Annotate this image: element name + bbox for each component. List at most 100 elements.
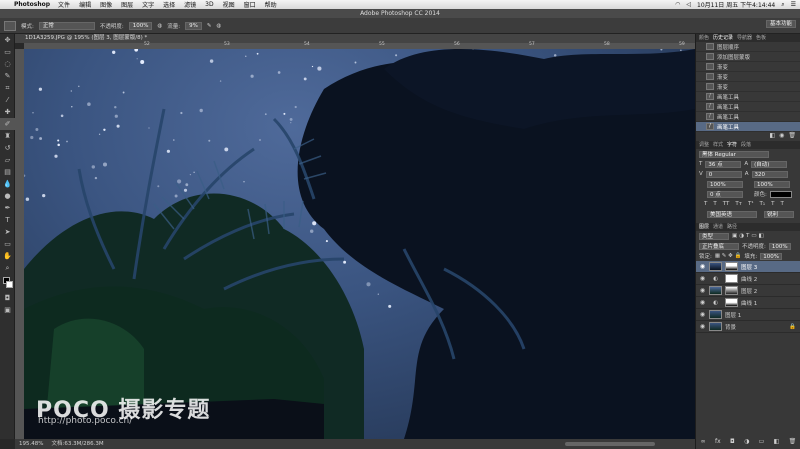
history-item[interactable]: / 画笔工具	[696, 112, 800, 122]
lasso-tool-icon[interactable]: ◌	[0, 58, 15, 70]
camera-icon[interactable]: ◉	[779, 132, 784, 141]
layer-kind-select[interactable]: 类型	[699, 232, 729, 240]
eyedropper-tool-icon[interactable]: ⁄	[0, 94, 15, 106]
blur-tool-icon[interactable]: 💧	[0, 178, 15, 190]
eye-icon[interactable]: ◉	[699, 263, 706, 270]
app-menu[interactable]: Photoshop	[14, 1, 50, 8]
pressure-size-icon[interactable]: ◍	[216, 23, 221, 29]
healing-tool-icon[interactable]: ✚	[0, 106, 15, 118]
link-icon[interactable]: ∞	[701, 438, 706, 447]
type-tool-icon[interactable]: T	[0, 214, 15, 226]
leading-field[interactable]: (自动)	[751, 160, 788, 168]
document-canvas[interactable]	[24, 49, 695, 439]
pressure-opacity-icon[interactable]: ◍	[157, 23, 162, 29]
trash-icon[interactable]: 🗑	[788, 132, 796, 141]
gradient-tool-icon[interactable]: ▤	[0, 166, 15, 178]
eraser-tool-icon[interactable]: ▱	[0, 154, 15, 166]
opacity-field[interactable]: 100%	[128, 22, 153, 30]
tab-color[interactable]: 颜色	[699, 34, 709, 42]
brush-tool-icon[interactable]: ✐	[0, 118, 15, 130]
trash-icon[interactable]: 🗑	[789, 438, 797, 447]
antialias-select[interactable]: 锐利	[764, 210, 794, 218]
faux-bold-icon[interactable]: T	[704, 201, 707, 207]
strikethrough-icon[interactable]: T	[780, 201, 783, 207]
history-item[interactable]: 渐变	[696, 72, 800, 82]
tab-character[interactable]: 字符	[727, 141, 737, 149]
blend-mode-select[interactable]: 正片叠底	[699, 242, 739, 250]
folder-icon[interactable]: ▭	[759, 438, 765, 447]
workspace-select[interactable]: 基本功能	[765, 20, 796, 28]
airbrush-icon[interactable]: ✎	[207, 23, 212, 29]
volume-icon[interactable]: ◁	[686, 1, 691, 8]
snapshot-icon[interactable]: ◧	[769, 132, 775, 141]
hand-tool-icon[interactable]: ✋	[0, 250, 15, 262]
zoom-tool-icon[interactable]: ⌕	[0, 262, 15, 274]
layer-row[interactable]: ◉ 图层 3	[696, 261, 800, 273]
history-item[interactable]: / 画笔工具	[696, 102, 800, 112]
layer-mask-thumbnail[interactable]	[725, 262, 738, 271]
layer-fill-field[interactable]: 100%	[760, 252, 782, 260]
superscript-icon[interactable]: T¹	[748, 201, 754, 207]
menu-window[interactable]: 窗口	[244, 0, 256, 9]
horizontal-scrollbar[interactable]	[565, 442, 655, 446]
font-size-field[interactable]: 36 点	[705, 160, 742, 168]
menu-filter[interactable]: 滤镜	[184, 0, 196, 9]
layer-mask-thumbnail[interactable]	[725, 298, 738, 307]
font-family-select[interactable]: 黑体 Regular	[699, 150, 769, 158]
quick-mask-icon[interactable]: ◘	[0, 292, 15, 304]
eye-icon[interactable]: ◉	[699, 287, 706, 294]
baseline-shift-field[interactable]: 0 点	[707, 190, 743, 198]
kerning-field[interactable]: 0	[705, 170, 742, 178]
clock[interactable]: 10月11日 周五 下午4:14:44	[697, 0, 775, 9]
layer-mask-thumbnail[interactable]	[725, 274, 738, 283]
menu-image[interactable]: 图像	[100, 0, 112, 9]
crop-tool-icon[interactable]: ⌗	[0, 82, 15, 94]
tab-paragraph[interactable]: 段落	[741, 141, 751, 149]
adjustment-icon[interactable]: ◑	[744, 438, 749, 447]
shape-tool-icon[interactable]: ▭	[0, 238, 15, 250]
layer-mask-thumbnail[interactable]	[725, 286, 738, 295]
menu-help[interactable]: 帮助	[265, 0, 277, 9]
layer-row[interactable]: ◉ 图层 2	[696, 285, 800, 297]
mode-select[interactable]: 正常	[38, 22, 95, 30]
menu-3d[interactable]: 3D	[205, 1, 213, 8]
fx-icon[interactable]: fx	[715, 438, 721, 447]
faux-italic-icon[interactable]: T	[713, 201, 716, 207]
history-item[interactable]: 渐变	[696, 82, 800, 92]
tab-swatches[interactable]: 色板	[756, 34, 766, 42]
list-icon[interactable]: ☰	[791, 1, 796, 8]
eye-icon[interactable]: ◉	[699, 311, 706, 318]
path-select-tool-icon[interactable]: ➤	[0, 226, 15, 238]
tab-navigator[interactable]: 导航器	[737, 34, 752, 42]
layer-row[interactable]: ◉ ◐ 曲线 1	[696, 297, 800, 309]
all-caps-icon[interactable]: TT	[723, 201, 730, 207]
menu-layer[interactable]: 图层	[121, 0, 133, 9]
search-icon[interactable]: ⌕	[781, 1, 784, 9]
history-item[interactable]: 图层顺序	[696, 42, 800, 52]
move-tool-icon[interactable]: ✥	[0, 34, 15, 46]
layer-row[interactable]: ◉ 背景 🔒	[696, 321, 800, 333]
underline-icon[interactable]: T	[771, 201, 774, 207]
flow-field[interactable]: 9%	[185, 22, 202, 30]
small-caps-icon[interactable]: Tт	[735, 201, 742, 207]
eye-icon[interactable]: ◉	[699, 323, 706, 330]
language-select[interactable]: 美国英语	[707, 210, 757, 218]
doc-size[interactable]: 文档:63.3M/286.3M	[51, 439, 103, 449]
tab-history[interactable]: 历史记录	[713, 34, 733, 42]
document-tab[interactable]: 1D1A3259.JPG @ 195% (图层 3, 图层蒙版/8) *	[15, 34, 695, 43]
layer-row[interactable]: ◉ ◐ 曲线 2	[696, 273, 800, 285]
layer-row[interactable]: ◉ 图层 1	[696, 309, 800, 321]
screen-mode-icon[interactable]: ▣	[0, 304, 15, 316]
history-item[interactable]: / 画笔工具	[696, 122, 800, 132]
history-item[interactable]: 添加图层蒙版	[696, 52, 800, 62]
quick-select-tool-icon[interactable]: ✎	[0, 70, 15, 82]
menu-edit[interactable]: 编辑	[79, 0, 91, 9]
eye-icon[interactable]: ◉	[699, 275, 706, 282]
marquee-tool-icon[interactable]: ▭	[0, 46, 15, 58]
color-swatches-icon[interactable]	[0, 274, 15, 292]
menu-type[interactable]: 文字	[142, 0, 154, 9]
brush-preset-icon[interactable]	[4, 21, 16, 31]
layer-opacity-field[interactable]: 100%	[768, 242, 791, 250]
filter-icons[interactable]: ▣◑T▭◧	[732, 233, 766, 239]
add-mask-icon[interactable]: ◘	[730, 438, 735, 447]
